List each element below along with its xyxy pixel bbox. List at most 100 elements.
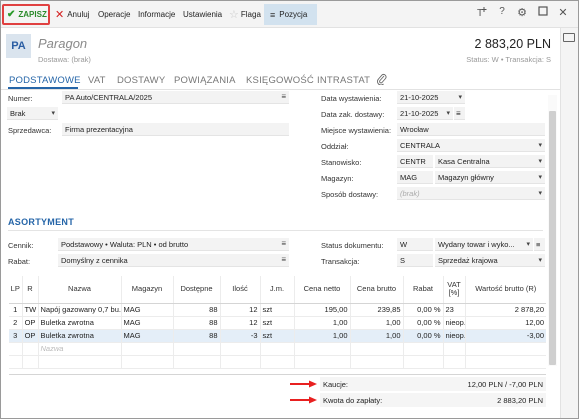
pricelist-field[interactable]: Podstawowy • Waluta: PLN • od brutto ≡ [58,238,289,251]
cell-gross-price[interactable]: 1,00 [349,316,403,330]
place-field[interactable]: Wrocław [397,123,545,136]
cell-net-price[interactable]: 195,00 [293,303,350,317]
menu-lines-icon[interactable]: ≡ [281,239,286,248]
cell-net-price[interactable]: 1,00 [293,316,350,330]
cell-warehouse[interactable] [120,342,173,356]
col-header-quantity[interactable]: Ilość [219,276,260,304]
cell-unit[interactable] [259,342,294,356]
col-header-gross-value[interactable]: Wartość brutto (R) [464,276,546,304]
station-select[interactable]: Kasa Centralna ▾ [435,155,545,168]
new-row[interactable]: Nazwa [9,342,546,356]
cell-quantity[interactable]: -3 [219,329,260,343]
cell-r: TW [21,303,38,317]
save-button[interactable]: ✔ ZAPISZ [2,4,50,25]
col-header-gross-price[interactable]: Cena brutto [349,276,403,304]
help-icon[interactable]: ? [495,6,509,17]
cell-warehouse[interactable]: MAG [120,316,173,330]
col-header-lp[interactable]: LP [9,276,22,304]
tab-ksiegowosc[interactable]: KSIĘGOWOŚĆ [246,75,314,86]
cell-name[interactable]: Buletka zwrotna [37,316,121,330]
new-row-name-input[interactable]: Nazwa [37,342,121,356]
maximize-icon[interactable] [536,6,550,19]
add-attribute-icon[interactable]: T [475,6,489,21]
cell-quantity[interactable] [219,342,260,356]
warehouse-select[interactable]: Magazyn główny ▾ [435,171,545,184]
menu-lines-icon[interactable]: ≡ [281,255,286,264]
col-header-vat[interactable]: VAT [%] [442,276,465,304]
tab-vat[interactable]: VAT [88,75,106,86]
cell-warehouse[interactable]: MAG [120,303,173,317]
cell-vat[interactable]: nieop. [442,329,465,343]
cell-discount[interactable]: 0,00 % [402,303,443,317]
cell-quantity[interactable]: 12 [219,316,260,330]
transaction-select[interactable]: Sprzedaż krajowa ▾ [435,254,545,267]
cell-unit[interactable]: szt [259,329,294,343]
flag-button[interactable]: ☆ Flaga [229,4,261,25]
cancel-button[interactable]: ✕ Anuluj [55,4,89,25]
cell-warehouse[interactable]: MAG [120,329,173,343]
col-header-warehouse[interactable]: Magazyn [120,276,173,304]
station-code-field[interactable]: CENTR [397,155,433,168]
delivery-date-field[interactable]: 21-10-2025 ▾ [397,107,453,120]
cell-vat[interactable]: 23 [442,303,465,317]
grid-footer-divider [9,374,546,375]
branch-select[interactable]: CENTRALA ▾ [397,139,545,152]
shipping-select[interactable]: (brak) ▾ [397,187,545,200]
cell-r: OP [21,316,38,330]
tab-powiazania[interactable]: POWIĄZANIA [174,75,236,86]
numbering-value: Brak [10,108,26,118]
cell-discount[interactable]: 0,00 % [402,329,443,343]
cell-vat[interactable] [442,342,465,356]
position-button[interactable]: ≡ Pozycja [264,4,317,25]
cell-quantity[interactable]: 12 [219,303,260,317]
cell-discount[interactable]: 0,00 % [402,316,443,330]
col-header-available[interactable]: Dostępne [172,276,220,304]
cell-r: OP [21,329,38,343]
issue-date-field[interactable]: 21-10-2025 ▾ [397,91,465,104]
tab-dostawy[interactable]: DOSTAWY [117,75,165,86]
gear-icon[interactable]: ⚙ [515,6,529,19]
col-header-r[interactable]: R [21,276,38,304]
delivery-date-menu[interactable]: ≡ [454,107,465,120]
cell-vat[interactable]: nieop. [442,316,465,330]
scrollbar-thumb[interactable] [549,111,556,365]
seller-field[interactable]: Firma prezentacyjna [62,123,289,136]
number-field[interactable]: PA Auto/CENTRALA/2025 ≡ [62,91,289,104]
col-header-name[interactable]: Nazwa [37,276,121,304]
document-title: Paragon [38,36,88,51]
doc-status-code-field[interactable]: W [397,238,433,251]
doc-status-menu[interactable]: ≡ [534,238,545,251]
cell-name[interactable]: Napój gazowany 0,7 bu... [37,303,121,317]
transaction-code-field[interactable]: S [397,254,433,267]
cell-unit[interactable]: szt [259,303,294,317]
cell-gross-price[interactable] [349,342,403,356]
menu-lines-icon[interactable]: ≡ [281,92,286,101]
close-window-icon[interactable]: ✕ [556,6,570,19]
cell-discount[interactable] [402,342,443,356]
attachment-icon[interactable] [377,73,387,88]
table-row[interactable]: 2 OP Buletka zwrotna MAG 88 12 szt 1,00 … [9,316,546,330]
cell-gross-price[interactable]: 239,85 [349,303,403,317]
table-row-selected[interactable]: 3 OP Buletka zwrotna MAG 88 -3 szt 1,00 … [9,329,546,343]
comment-icon[interactable] [563,33,575,42]
discount-field[interactable]: Domyślny z cennika ≡ [58,254,289,267]
cell-gross-price[interactable]: 1,00 [349,329,403,343]
warehouse-code-field[interactable]: MAG [397,171,433,184]
branch-value: CENTRALA [400,140,441,150]
col-header-net-price[interactable]: Cena netto [293,276,350,304]
cell-unit[interactable]: szt [259,316,294,330]
numbering-select[interactable]: Brak ▾ [7,107,58,120]
cell-net-price[interactable]: 1,00 [293,329,350,343]
tab-podstawowe[interactable]: PODSTAWOWE [9,75,81,86]
settings-button[interactable]: Ustawienia [183,4,222,25]
doc-status-select[interactable]: Wydany towar i wyko... ▾ [435,238,533,251]
cell-name[interactable]: Buletka zwrotna [37,329,121,343]
tab-intrastat[interactable]: INTRASTAT [317,75,370,86]
table-row[interactable]: 1 TW Napój gazowany 0,7 bu... MAG 88 12 … [9,303,546,317]
cell-net-price[interactable] [293,342,350,356]
operations-button[interactable]: Operacje [98,4,130,25]
info-button[interactable]: Informacje [138,4,175,25]
col-header-unit[interactable]: J.m. [259,276,294,304]
doc-status-code: W [400,239,408,249]
col-header-discount[interactable]: Rabat [402,276,443,304]
